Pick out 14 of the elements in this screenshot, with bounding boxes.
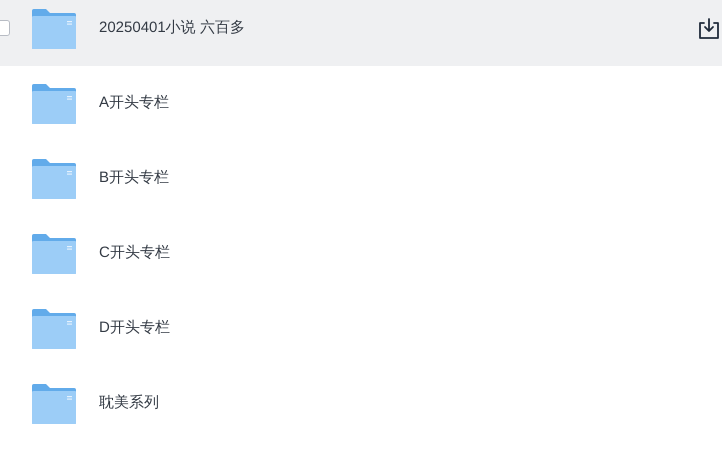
folder-name: C开头专栏 bbox=[99, 243, 170, 264]
folder-icon bbox=[31, 82, 77, 124]
folder-row[interactable]: 20250401小说 六百多 bbox=[0, 0, 722, 66]
folder-icon bbox=[31, 308, 77, 350]
folder-icon bbox=[31, 8, 77, 50]
folder-icon bbox=[31, 232, 77, 274]
folder-name: 耽美系列 bbox=[99, 393, 159, 414]
folder-icon bbox=[31, 382, 77, 424]
folder-icon bbox=[31, 158, 77, 200]
folder-name: B开头专栏 bbox=[99, 168, 170, 188]
download-icon[interactable] bbox=[698, 18, 720, 40]
folder-name: 20250401小说 六百多 bbox=[99, 18, 245, 38]
folder-name: D开头专栏 bbox=[99, 318, 170, 338]
folder-name: A开头专栏 bbox=[99, 93, 170, 114]
